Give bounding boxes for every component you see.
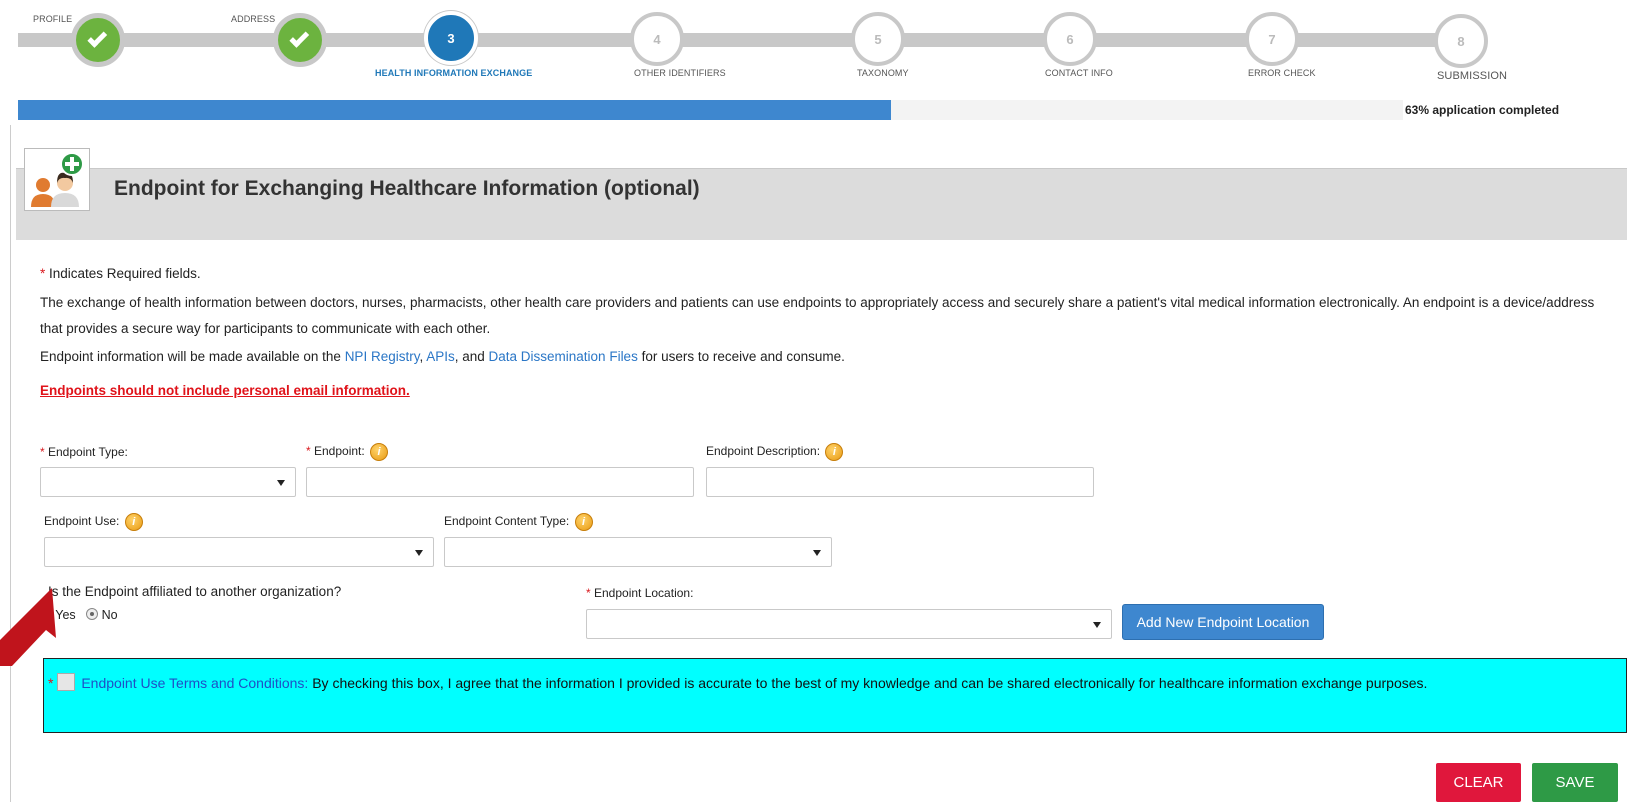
step-label-error-check: ERROR CHECK [1248,68,1316,78]
step-label-contact-info: CONTACT INFO [1045,68,1113,78]
info-icon[interactable]: i [370,443,389,461]
step-4[interactable]: 4 [630,12,684,66]
email-warning: Endpoints should not include personal em… [40,378,410,404]
step-1-complete[interactable] [71,13,125,67]
step-label-address: ADDRESS [231,14,276,24]
endpoint-description-label: Endpoint Description: i [706,443,844,461]
section-title: Endpoint for Exchanging Healthcare Infor… [114,177,700,200]
step-label-other-identifiers: OTHER IDENTIFIERS [634,68,726,78]
endpoint-type-label-text: Endpoint Type: [44,445,128,459]
clear-button[interactable]: CLEAR [1436,763,1521,802]
application-progress-fill [18,100,891,120]
page-left-border [10,125,11,802]
info-icon[interactable]: i [825,443,844,461]
endpoint-location-select[interactable] [586,609,1112,639]
annotation-arrow-icon [0,588,56,666]
chevron-down-icon [813,550,821,556]
terms-box: * Endpoint Use Terms and Conditions: By … [43,658,1627,733]
step-8[interactable]: 8 [1434,14,1488,68]
step-label-health-information-exchange: HEALTH INFORMATION EXCHANGE [375,68,533,78]
chevron-down-icon [277,480,285,486]
endpoint-label: * Endpoint: i [306,443,389,461]
info-icon[interactable]: i [574,513,593,531]
endpoint-type-select[interactable] [40,467,296,497]
endpoint-type-label: * Endpoint Type: [40,445,128,459]
chevron-down-icon [1093,622,1101,628]
availability-paragraph: Endpoint information will be made availa… [40,344,845,370]
data-dissemination-files-link[interactable]: Data Dissemination Files [489,349,638,364]
save-button[interactable]: SAVE [1532,763,1618,802]
progress-text: 63% application completed [1405,103,1560,117]
separator-and: , and [454,349,489,364]
endpoint-description-label-text: Endpoint Description: [706,444,821,459]
step-6[interactable]: 6 [1043,12,1097,66]
terms-link[interactable]: Endpoint Use Terms and Conditions: [81,675,308,691]
affiliation-no-label[interactable]: No [102,608,118,622]
application-progress-bar [18,100,1403,120]
step-label-taxonomy: TAXONOMY [857,68,909,78]
chevron-down-icon [415,550,423,556]
checkmark-icon [87,27,108,48]
endpoint-use-label-text: Endpoint Use: [44,514,120,529]
add-new-endpoint-location-button[interactable]: Add New Endpoint Location [1122,604,1324,640]
endpoint-use-label: Endpoint Use: i [44,513,143,531]
endpoint-input[interactable] [306,467,694,497]
endpoint-content-type-label: Endpoint Content Type: i [444,513,593,531]
email-warning-text[interactable]: Endpoints should not include personal em… [40,383,410,398]
step-2-complete[interactable] [273,13,327,67]
required-fields-note: * Indicates Required fields. [40,265,201,283]
info-icon[interactable]: i [124,513,143,531]
required-note-text: Indicates Required fields. [45,266,201,281]
apis-link[interactable]: APIs [426,349,455,364]
endpoint-location-label-text: Endpoint Location: [590,586,694,600]
step-7[interactable]: 7 [1245,12,1299,66]
terms-text-block: * Endpoint Use Terms and Conditions: By … [48,667,1586,699]
endpoint-location-label: * Endpoint Location: [586,586,693,600]
terms-statement: By checking this box, I agree that the i… [308,675,1428,691]
affiliation-question: Is the Endpoint affiliated to another or… [48,584,342,599]
endpoint-label-text: Endpoint: [310,444,365,459]
availability-suffix: for users to receive and consume. [637,349,845,364]
endpoint-content-type-label-text: Endpoint Content Type: [444,514,570,529]
step-label-submission: SUBMISSION [1437,70,1508,82]
step-label-profile: PROFILE [33,14,73,24]
endpoint-use-select[interactable] [44,537,434,567]
step-3-current[interactable]: 3 [424,11,478,65]
affiliation-no-radio[interactable] [86,608,99,620]
npi-registry-link[interactable]: NPI Registry [345,349,420,364]
endpoint-content-type-select[interactable] [444,537,832,567]
checkmark-icon [289,27,310,48]
availability-prefix: Endpoint information will be made availa… [40,349,345,364]
step-5[interactable]: 5 [851,12,905,66]
endpoint-description-input[interactable] [706,467,1094,497]
add-users-icon [24,148,90,211]
intro-paragraph: The exchange of health information betwe… [40,295,1595,336]
